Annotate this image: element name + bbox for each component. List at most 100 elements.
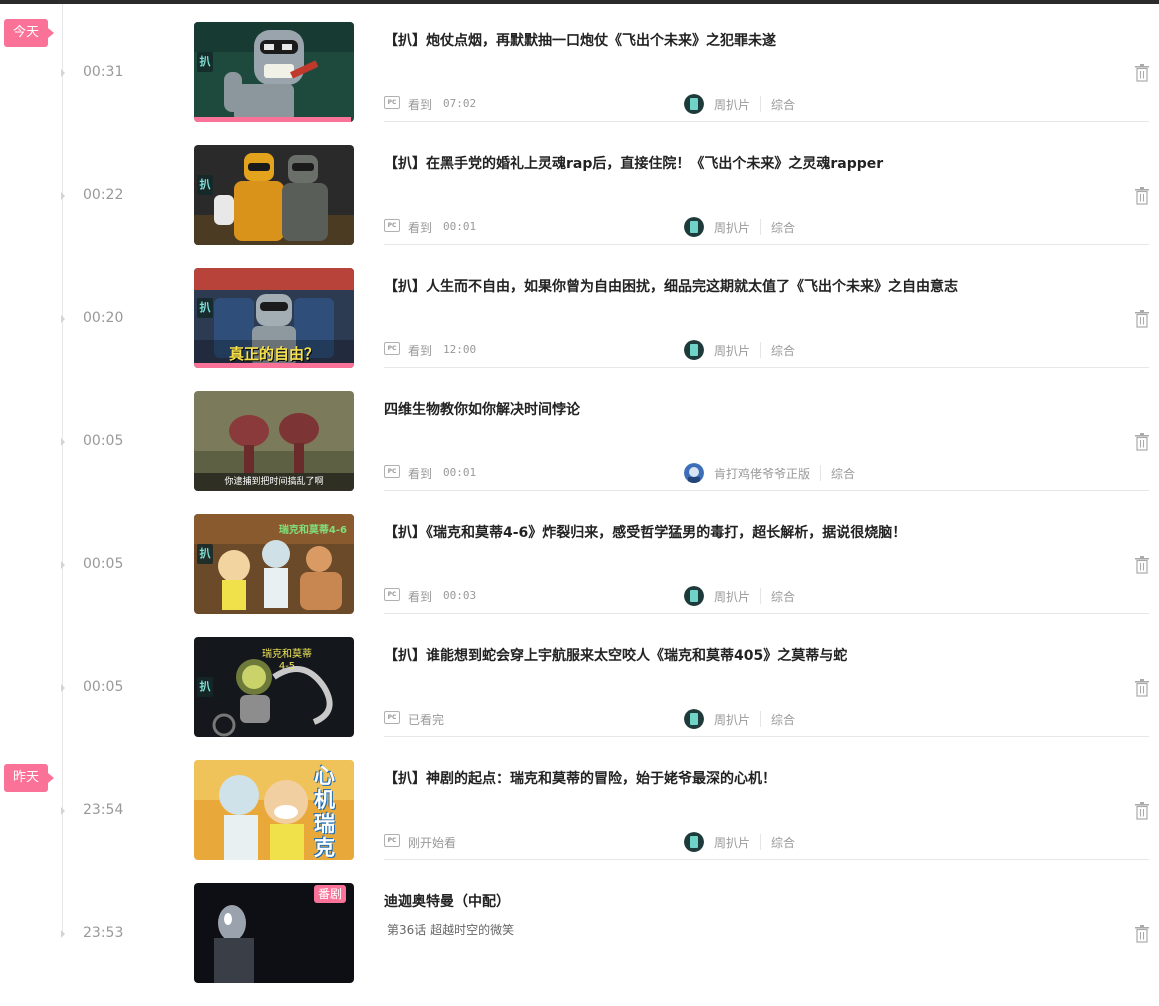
history-item: 00:31 扒 【扒】炮仗点烟，再默默抽一口炮仗《飞出个未来》之犯罪未遂 PC … bbox=[0, 22, 1159, 145]
uploader-name[interactable]: 周扒片 bbox=[714, 834, 750, 851]
delete-icon[interactable] bbox=[1134, 310, 1150, 328]
history-item: 23:54 心机瑞克 【扒】神剧的起点：瑞克和莫蒂的冒险，始于姥爷最深的心机！ … bbox=[0, 760, 1159, 883]
thumbnail-title-label: 瑞克和莫蒂 4-5 bbox=[262, 649, 312, 672]
channel-logo-icon: 扒 bbox=[197, 52, 213, 72]
pc-device-icon: PC bbox=[384, 342, 400, 355]
row-separator bbox=[384, 367, 1149, 368]
video-title[interactable]: 【扒】谁能想到蛇会穿上宇航服来太空咬人《瑞克和莫蒂405》之莫蒂与蛇 bbox=[384, 645, 847, 665]
uploader-name[interactable]: 周扒片 bbox=[714, 588, 750, 605]
timeline-marker bbox=[61, 69, 65, 77]
timeline-marker bbox=[61, 930, 65, 938]
delete-icon[interactable] bbox=[1134, 556, 1150, 574]
pc-device-icon: PC bbox=[384, 219, 400, 232]
top-bar bbox=[0, 0, 1159, 4]
watch-status: 看到 bbox=[408, 590, 433, 604]
uploader-avatar[interactable] bbox=[684, 463, 704, 483]
divider bbox=[760, 588, 761, 604]
thumbnail-corner-label: 瑞克和莫蒂4-6 bbox=[278, 525, 347, 536]
progress-bar bbox=[194, 609, 354, 614]
history-item: 23:53 番剧 迪迦奥特曼（中配） 第36话 超越时空的微笑 bbox=[0, 883, 1159, 1006]
thumbnail-caption: 你逮捕到把时间搞乱了啊 bbox=[224, 477, 324, 487]
watch-time: 00:20 bbox=[83, 310, 124, 326]
pc-device-icon: PC bbox=[384, 96, 400, 109]
video-thumbnail[interactable]: 番剧 bbox=[194, 883, 354, 983]
timeline-marker bbox=[61, 315, 65, 323]
video-title[interactable]: 迪迦奥特曼（中配） bbox=[384, 891, 510, 911]
uploader-avatar[interactable] bbox=[684, 832, 704, 852]
channel-logo-icon: 扒 bbox=[197, 298, 213, 318]
row-separator bbox=[384, 121, 1149, 122]
history-item: 00:05 你逮捕到把时间搞乱了啊 四维生物教你如你解决时间悖论 PC 看到 0… bbox=[0, 391, 1159, 514]
watch-status: 刚开始看 bbox=[408, 836, 457, 850]
divider bbox=[820, 465, 821, 481]
category-label: 综合 bbox=[771, 713, 796, 727]
futurama-bender-cigar-icon bbox=[194, 22, 354, 122]
uploader-avatar[interactable] bbox=[684, 586, 704, 606]
divider bbox=[760, 834, 761, 850]
uploader-name[interactable]: 周扒片 bbox=[714, 96, 750, 113]
row-separator bbox=[384, 736, 1149, 737]
watch-time: 00:31 bbox=[83, 64, 124, 80]
timeline-marker bbox=[61, 192, 65, 200]
delete-icon[interactable] bbox=[1134, 187, 1150, 205]
delete-icon[interactable] bbox=[1134, 64, 1150, 82]
delete-icon[interactable] bbox=[1134, 925, 1150, 943]
divider bbox=[760, 219, 761, 235]
watch-time: 23:54 bbox=[83, 802, 124, 818]
uploader-avatar[interactable] bbox=[684, 340, 704, 360]
delete-icon[interactable] bbox=[1134, 802, 1150, 820]
watch-status: 看到 bbox=[408, 344, 433, 358]
uploader-name[interactable]: 周扒片 bbox=[714, 219, 750, 236]
timeline-marker bbox=[61, 807, 65, 815]
uploader-name[interactable]: 肯打鸡佬爷爷正版 bbox=[714, 465, 810, 482]
uploader-name[interactable]: 周扒片 bbox=[714, 711, 750, 728]
watch-position: 00:01 bbox=[443, 466, 477, 479]
watch-status: 看到 bbox=[408, 467, 433, 481]
video-thumbnail[interactable]: 扒 瑞克和莫蒂 4-5 bbox=[194, 637, 354, 737]
delete-icon[interactable] bbox=[1134, 433, 1150, 451]
video-title[interactable]: 【扒】人生而不自由，如果你曾为自由困扰，细品完这期就太值了《飞出个未来》之自由意… bbox=[384, 276, 958, 296]
row-separator bbox=[384, 859, 1149, 860]
video-title[interactable]: 【扒】在黑手党的婚礼上灵魂rap后，直接住院！《飞出个未来》之灵魂rapper bbox=[384, 153, 883, 173]
watch-status: 看到 bbox=[408, 98, 433, 112]
video-title[interactable]: 【扒】《瑞克和莫蒂4-6》炸裂归来，感受哲学猛男的毒打，超长解析，据说很烧脑！ bbox=[384, 522, 906, 542]
video-title[interactable]: 【扒】炮仗点烟，再默默抽一口炮仗《飞出个未来》之犯罪未遂 bbox=[384, 30, 776, 50]
video-thumbnail[interactable]: 扒 瑞克和莫蒂4-6 bbox=[194, 514, 354, 614]
history-item: 00:05 扒 瑞克和莫蒂 4-5 【扒】谁能想到蛇会穿上宇航服来太空咬人《瑞克… bbox=[0, 637, 1159, 760]
pc-device-icon: PC bbox=[384, 465, 400, 478]
watch-position: 07:02 bbox=[443, 97, 477, 110]
futurama-robots-icon bbox=[194, 145, 354, 245]
watch-status: 看到 bbox=[408, 221, 433, 235]
thumbnail-vertical-text: 心机瑞克 bbox=[314, 764, 335, 860]
timeline-marker bbox=[61, 561, 65, 569]
delete-icon[interactable] bbox=[1134, 679, 1150, 697]
timeline-marker bbox=[61, 438, 65, 446]
category-label: 综合 bbox=[771, 98, 796, 112]
progress-fill bbox=[194, 363, 354, 368]
uploader-avatar[interactable] bbox=[684, 94, 704, 114]
video-thumbnail[interactable]: 你逮捕到把时间搞乱了啊 bbox=[194, 391, 354, 491]
uploader-avatar[interactable] bbox=[684, 217, 704, 237]
thumbnail-caption: 真正的自由？ bbox=[228, 345, 319, 363]
video-thumbnail[interactable]: 心机瑞克 bbox=[194, 760, 354, 860]
progress-fill bbox=[194, 117, 351, 122]
uploader-avatar[interactable] bbox=[684, 709, 704, 729]
watch-time: 00:05 bbox=[83, 679, 124, 695]
progress-bar bbox=[194, 240, 354, 245]
pc-device-icon: PC bbox=[384, 834, 400, 847]
pc-device-icon: PC bbox=[384, 711, 400, 724]
timeline-marker bbox=[61, 684, 65, 692]
video-thumbnail[interactable]: 扒 bbox=[194, 22, 354, 122]
video-title[interactable]: 【扒】神剧的起点：瑞克和莫蒂的冒险，始于姥爷最深的心机！ bbox=[384, 768, 776, 788]
category-label: 综合 bbox=[831, 467, 856, 481]
channel-logo-icon: 扒 bbox=[197, 677, 213, 697]
bangumi-badge: 番剧 bbox=[313, 885, 346, 903]
category-label: 综合 bbox=[771, 836, 796, 850]
divider bbox=[760, 342, 761, 358]
row-separator bbox=[384, 490, 1149, 491]
watch-status: 已看完 bbox=[408, 713, 445, 727]
video-thumbnail[interactable]: 扒 真正的自由？ bbox=[194, 268, 354, 368]
uploader-name[interactable]: 周扒片 bbox=[714, 342, 750, 359]
video-thumbnail[interactable]: 扒 bbox=[194, 145, 354, 245]
video-title[interactable]: 四维生物教你如你解决时间悖论 bbox=[384, 399, 580, 419]
